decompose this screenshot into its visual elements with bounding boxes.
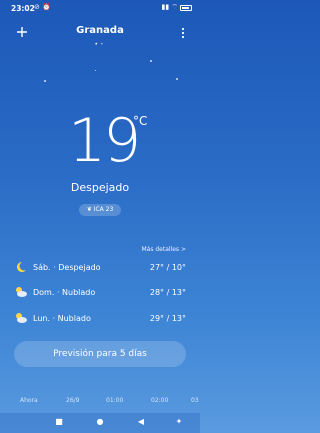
system-icons: ▮▮ ⌔ <box>161 3 192 12</box>
current-temperature: 19 <box>68 106 141 176</box>
leaf-icon: ❦ <box>86 206 92 213</box>
star-decoration <box>176 78 178 80</box>
forecast-temps: 28° / 13° <box>149 288 186 297</box>
forecast-day-label: Sáb. · Despejado <box>33 263 101 272</box>
more-vertical-icon <box>181 27 185 39</box>
page-indicator: •• <box>0 41 200 48</box>
hourly-label: 03 <box>191 397 199 404</box>
star-decoration <box>150 60 152 62</box>
moon-icon <box>17 262 26 272</box>
hourly-timeline[interactable]: Ahora 26/9 01:00 02:00 03 <box>0 397 200 407</box>
partly-cloudy-icon <box>16 313 27 323</box>
system-nav-bar: ■ ● ◀ ✦ <box>0 413 200 433</box>
accessibility-icon[interactable]: ✦ <box>172 417 186 426</box>
city-name: Granada <box>76 25 124 36</box>
forecast-row[interactable]: Dom. · Nublado 28° / 13° <box>14 286 186 300</box>
current-temperature-block: 19 °C <box>0 110 200 182</box>
status-bar: 23:02 ⊘ ⏰ ▮▮ ⌔ <box>0 0 200 18</box>
star-decoration <box>44 80 46 82</box>
back-icon[interactable]: ◀ <box>134 417 148 426</box>
current-condition: Despejado <box>70 181 130 194</box>
hourly-label: 26/9 <box>66 397 80 404</box>
more-options-button[interactable] <box>178 24 188 42</box>
home-icon[interactable]: ● <box>93 417 107 426</box>
star-decoration <box>95 70 96 71</box>
recents-icon[interactable]: ■ <box>52 417 66 426</box>
hourly-label: 01:00 <box>106 397 124 404</box>
status-time: 23:02 <box>11 4 35 13</box>
hourly-label: 02:00 <box>151 397 169 404</box>
more-details-link[interactable]: Más detalles > <box>141 246 186 253</box>
signal-icon: ▮▮ ⌔ <box>161 3 178 11</box>
temperature-unit: °C <box>133 114 148 128</box>
forecast-day-label: Dom. · Nublado <box>33 288 96 297</box>
partly-cloudy-icon <box>16 287 27 297</box>
notification-icons: ⊘ ⏰ <box>34 3 51 11</box>
forecast-day-label: Lun. · Nublado <box>33 314 91 323</box>
aqi-badge[interactable]: ❦ ICA 23 <box>79 204 121 216</box>
forecast-row[interactable]: Sáb. · Despejado 27° / 10° <box>14 261 186 275</box>
battery-icon <box>180 4 192 11</box>
hourly-label: Ahora <box>20 397 38 404</box>
five-day-forecast-button[interactable]: Previsión para 5 días <box>14 341 186 367</box>
forecast-row[interactable]: Lun. · Nublado 29° / 13° <box>14 312 186 326</box>
forecast-temps: 27° / 10° <box>149 263 186 272</box>
page-dot: • <box>100 41 106 48</box>
forecast-temps: 29° / 13° <box>149 314 186 323</box>
aqi-value: ICA 23 <box>93 206 114 213</box>
